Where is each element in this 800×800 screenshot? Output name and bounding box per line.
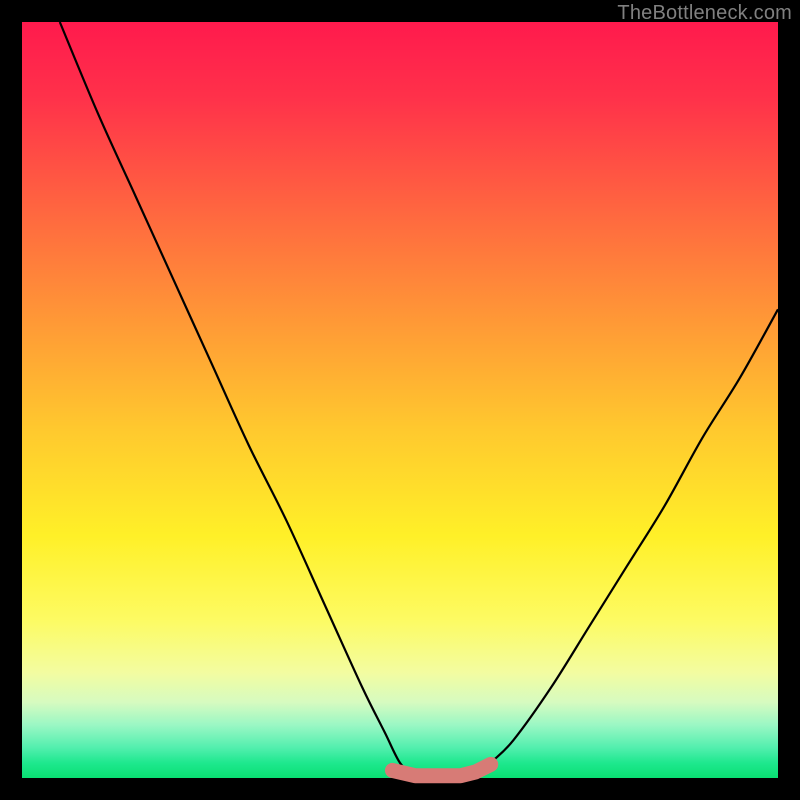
chart-frame: TheBottleneck.com <box>0 0 800 800</box>
curve-overlay <box>22 22 778 778</box>
left-curve <box>60 22 415 778</box>
bottom-markers <box>392 764 490 775</box>
right-curve <box>476 309 778 778</box>
watermark-text: TheBottleneck.com <box>617 2 792 25</box>
